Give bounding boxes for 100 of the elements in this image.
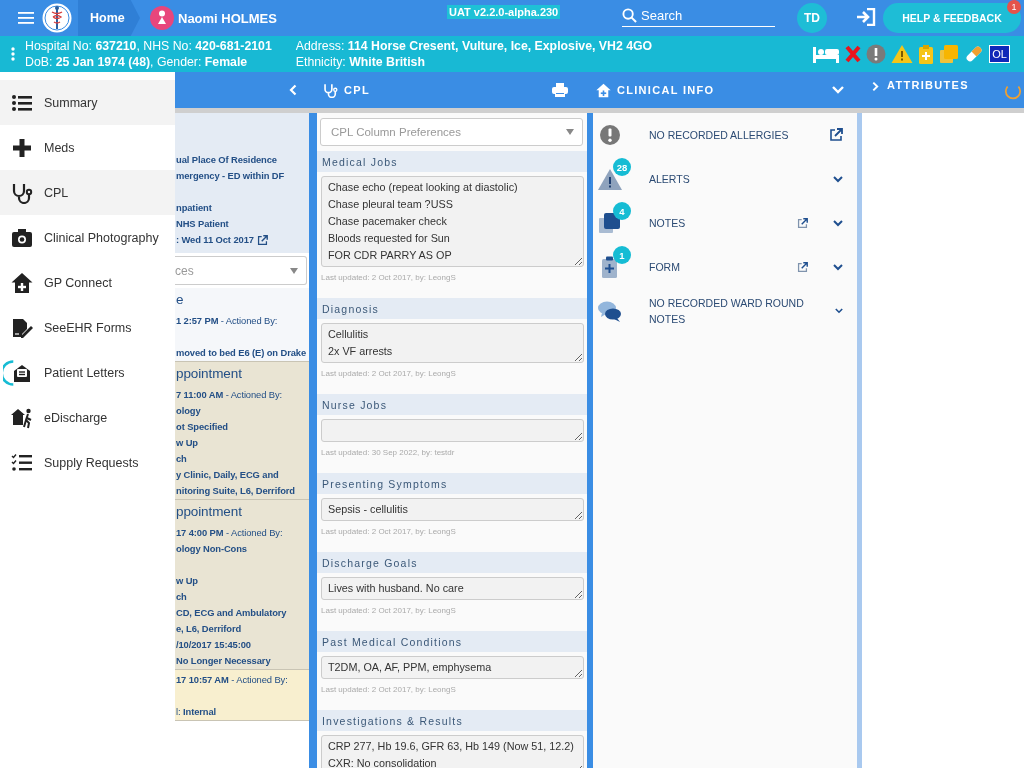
timeline-entry-card[interactable]: e 1 2:57 PM - Actioned By: moved to bed E6 (E) on Drake xyxy=(175,288,309,362)
entry-detail: nitoring Suite, L6, Derriford xyxy=(176,484,295,498)
info-label[interactable]: NO RECORDED WARD ROUND NOTES xyxy=(649,295,835,327)
warning-icon[interactable] xyxy=(891,44,914,64)
entry-detail: ot Specified xyxy=(176,420,228,434)
house-plus-icon xyxy=(596,82,611,98)
plus-icon xyxy=(11,136,33,159)
column-title: CPL xyxy=(344,84,371,96)
menu-item[interactable]: GP Connect xyxy=(0,260,175,305)
external-link-icon[interactable] xyxy=(829,128,843,142)
entry-detail: 17 4:00 PM - Actioned By: xyxy=(176,526,283,540)
entry-detail: CD, ECG and Ambulatory xyxy=(176,606,287,620)
clipboard-icon[interactable] xyxy=(918,44,935,64)
entry-detail: ual Place Of Residence xyxy=(176,153,277,167)
menu-item[interactable]: Supply Requests xyxy=(0,440,175,485)
entry-detail: : Wed 11 Oct 2017 xyxy=(176,233,254,247)
entry-detail: npatient xyxy=(176,201,212,215)
collapse-chevron-icon[interactable] xyxy=(289,84,297,96)
last-updated-note: Last updated: 2 Oct 2017, by: LeongS xyxy=(321,527,457,537)
timeline-entry-card[interactable]: 17 10:57 AM - Actioned By: l: Internal xyxy=(175,670,309,721)
stethoscope-icon xyxy=(11,181,33,204)
bed-icon[interactable] xyxy=(812,45,841,63)
text-area[interactable]: Lives with husband. No care xyxy=(321,577,584,600)
entry-detail: /10/2017 15:45:00 xyxy=(176,638,251,652)
text-area[interactable]: CRP 277, Hb 19.6, GFR 63, Hb 149 (Now 51, 12.2) CXR: No consolidation xyxy=(321,735,584,768)
female-patient-icon xyxy=(150,6,174,30)
external-link-icon[interactable] xyxy=(797,217,808,229)
info-label[interactable]: NO RECORDED ALLERGIES xyxy=(649,127,829,143)
logout-icon[interactable] xyxy=(856,8,876,26)
menu-item[interactable]: Clinical Photography xyxy=(0,215,175,260)
entry-detail: l: Internal xyxy=(176,705,217,719)
last-updated-note: Last updated: 30 Sep 2022, by: testdr xyxy=(321,448,456,458)
expand-chevron-icon[interactable] xyxy=(872,81,879,92)
text-area[interactable]: Sepsis - cellulitis xyxy=(321,498,584,521)
last-updated-note: Last updated: 2 Oct 2017, by: LeongS xyxy=(321,685,457,695)
entry-title: ppointment xyxy=(176,365,242,383)
count-badge: 1 xyxy=(613,246,631,264)
dropdown-caret-icon xyxy=(566,129,574,135)
column-title: ATTRIBUTES xyxy=(887,79,970,91)
caduceus-logo-icon[interactable] xyxy=(42,3,72,33)
search-icon xyxy=(622,8,637,23)
count-badge: 4 xyxy=(613,202,631,220)
menu-item[interactable]: Meds xyxy=(0,125,175,170)
environment-label: UAT v2.2.0-alpha.230 xyxy=(447,5,561,19)
user-badge[interactable]: OL xyxy=(989,45,1010,63)
exclamation-icon[interactable] xyxy=(866,44,887,64)
entry-detail: w Up xyxy=(176,574,198,588)
timeline-entry-card[interactable]: ppointment 7 11:00 AM - Actioned By: ology ot Specified w Up ch y Clinic, Daily, ECG and nitoring Suite, L6, Derriford xyxy=(175,362,309,500)
column-title: CLINICAL INFO xyxy=(617,84,716,96)
section-header: Diagnosis xyxy=(317,298,587,319)
entry-detail: moved to bed E6 (E) on Drake xyxy=(176,346,307,360)
text-area[interactable]: Cellulitis 2x VF arrests xyxy=(321,323,584,363)
last-updated-note: Last updated: 2 Oct 2017, by: LeongS xyxy=(321,606,457,616)
entry-title: e xyxy=(176,291,184,309)
section-header: Discharge Goals xyxy=(317,552,587,573)
entry-detail: ch xyxy=(176,590,187,604)
text-area[interactable]: T2DM, OA, AF, PPM, emphysema xyxy=(321,656,584,679)
menu-item[interactable]: SeeEHR Forms xyxy=(0,305,175,350)
section-header: Past Medical Conditions xyxy=(317,631,587,652)
info-label[interactable]: ALERTS xyxy=(649,171,833,187)
menu-item[interactable]: CPL xyxy=(0,170,175,215)
dropdown-caret-icon xyxy=(290,267,298,274)
chevron-down-icon[interactable] xyxy=(835,308,843,314)
form-pen-icon xyxy=(11,316,33,339)
house-person-icon xyxy=(11,406,33,429)
timeline-entry-card[interactable]: ppointment 17 4:00 PM - Actioned By: ology Non-Cons w Up ch CD, ECG and Ambulatory e, L6, Derriford /10/2017 15:45:00 No Longer Necessary xyxy=(175,500,309,670)
section-header: Nurse Jobs xyxy=(317,394,587,415)
entry-detail: NHS Patient xyxy=(176,217,229,231)
stethoscope-icon xyxy=(323,82,338,98)
exclamation-icon xyxy=(597,122,623,148)
cross-icon[interactable] xyxy=(845,45,862,63)
text-area[interactable]: Chase echo (repeat looking at diastolic) Chase pleural team ?USS Chase pacemaker check Bloods requested for Sun FOR CDR PARRY AS OP xyxy=(321,176,584,267)
section-header: Presenting Symptoms xyxy=(317,473,587,494)
section-header: Investigations & Results xyxy=(317,710,587,731)
info-label[interactable]: NOTES xyxy=(649,215,797,231)
more-options-icon[interactable] xyxy=(11,47,15,61)
last-updated-note: Last updated: 2 Oct 2017, by: LeongS xyxy=(321,369,457,379)
entry-detail: ology xyxy=(176,404,201,418)
patient-detail: DoB: 25 Jan 1974 (48), Gender: Female xyxy=(25,55,249,69)
external-link-icon[interactable] xyxy=(256,234,268,246)
menu-item[interactable]: Summary xyxy=(0,80,175,125)
entry-detail: ology Non-Cons xyxy=(176,542,247,556)
printer-icon[interactable] xyxy=(552,83,568,97)
notification-badge: 1 xyxy=(1007,0,1021,14)
entry-detail: 17 10:57 AM - Actioned By: xyxy=(176,673,288,687)
chevron-down-icon[interactable] xyxy=(833,263,843,271)
chevron-down-icon[interactable] xyxy=(833,219,843,227)
external-link-icon[interactable] xyxy=(797,261,808,273)
menu-item[interactable]: Patient Letters xyxy=(0,350,175,395)
entry-detail: ch xyxy=(176,452,187,466)
last-updated-note: Last updated: 2 Oct 2017, by: LeongS xyxy=(321,273,457,283)
menu-icon[interactable] xyxy=(18,12,34,24)
menu-item[interactable]: eDischarge xyxy=(0,395,175,440)
entry-title: ppointment xyxy=(176,503,242,521)
chevron-down-icon[interactable] xyxy=(833,175,843,183)
info-label[interactable]: FORM xyxy=(649,259,797,275)
home-breadcrumb[interactable]: Home xyxy=(78,0,140,36)
patient-detail: Hospital No: 637210, NHS No: 420-681-2101 xyxy=(25,39,272,53)
notes-icon xyxy=(597,210,623,236)
entry-detail: y Clinic, Daily, ECG and xyxy=(176,468,279,482)
